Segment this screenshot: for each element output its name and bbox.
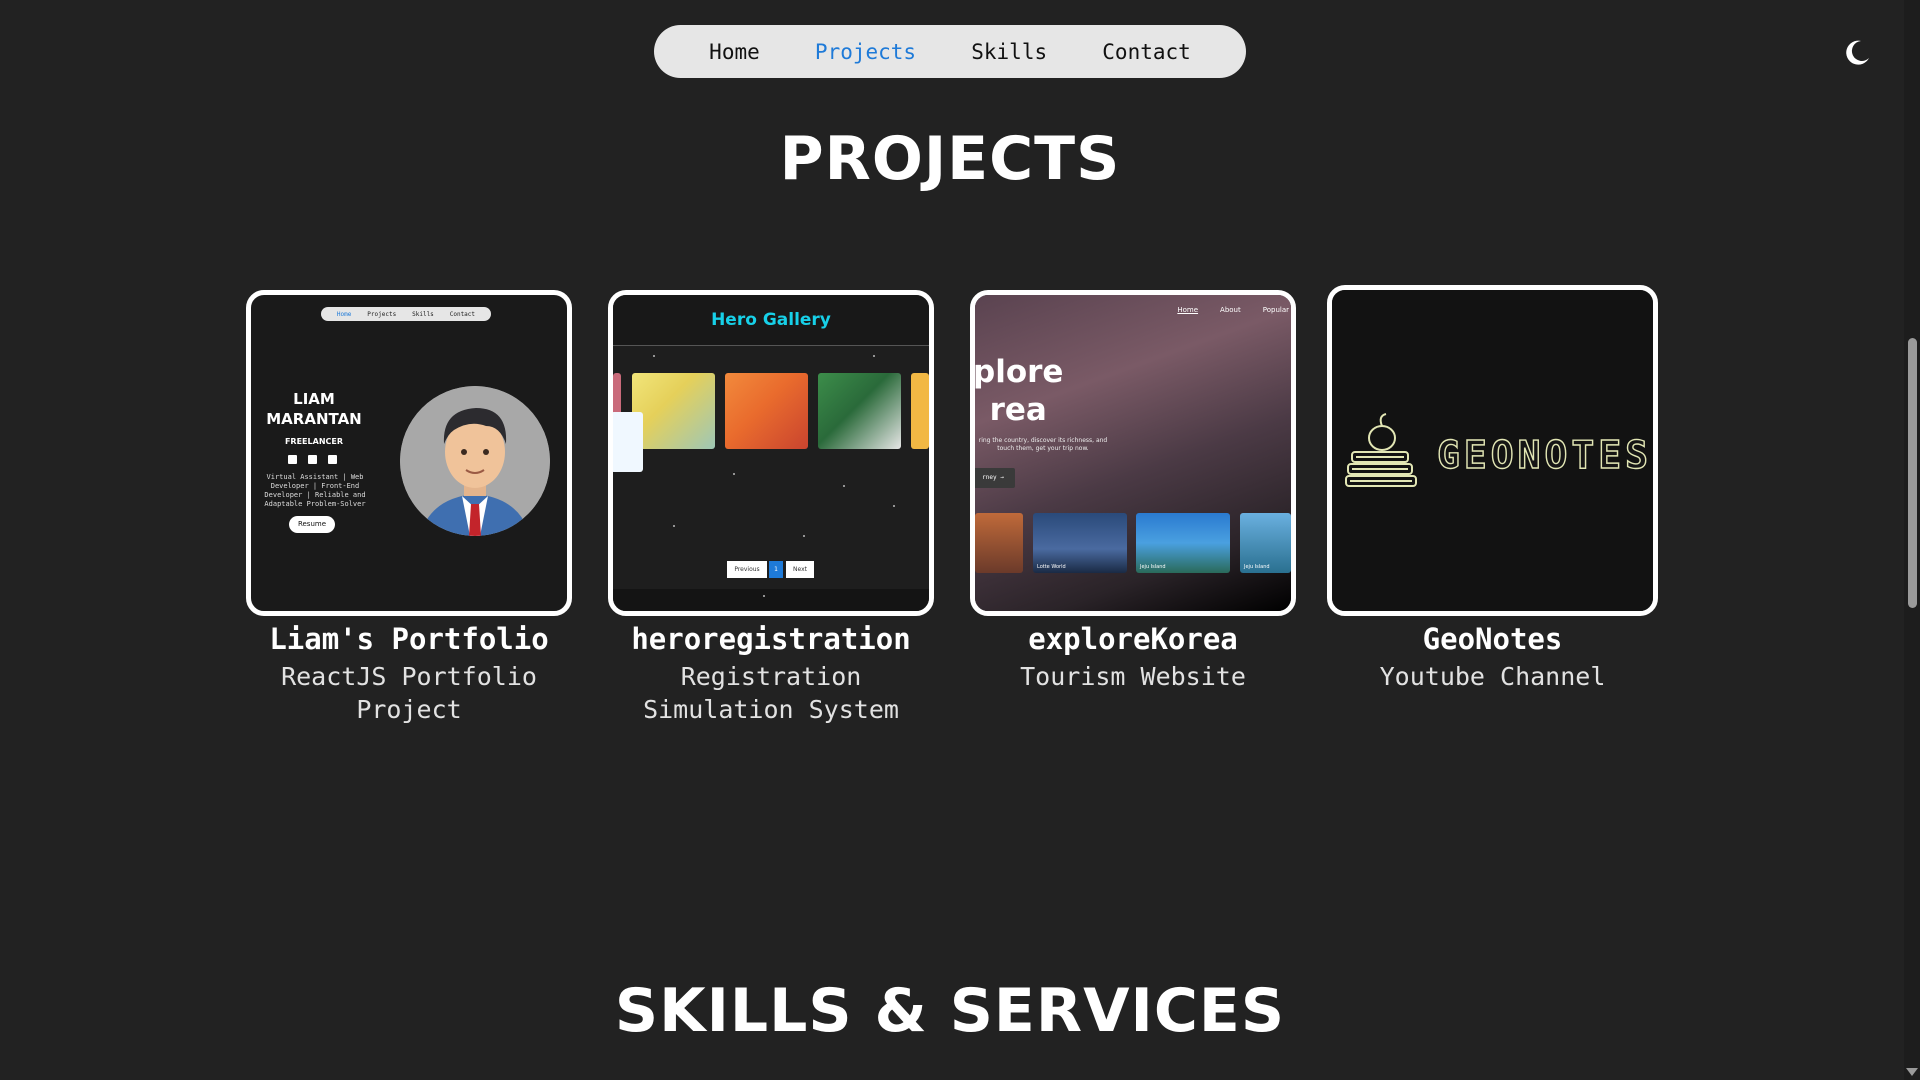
thumb-journey-button: rney → (975, 468, 1015, 488)
thumb-role: FREELANCER (284, 437, 344, 446)
thumb-tile: Lotte World (1033, 513, 1127, 573)
nav-skills[interactable]: Skills (971, 40, 1047, 64)
scroll-down-arrow-icon[interactable] (1906, 1068, 1918, 1076)
github-icon (328, 455, 337, 464)
moon-icon[interactable] (1842, 38, 1872, 68)
project-thumbnail[interactable]: Home About Popular plore rea ring the co… (970, 290, 1296, 616)
project-description: Tourism Website (1020, 662, 1246, 691)
thumb-image-tile (911, 373, 929, 449)
nav-projects[interactable]: Projects (815, 40, 916, 64)
project-card-explorekorea: Home About Popular plore rea ring the co… (970, 290, 1296, 693)
thumb-prev: Previous (727, 561, 767, 578)
projects-heading: PROJECTS (779, 124, 1121, 194)
project-description: Registration Simulation System (643, 662, 899, 724)
skills-heading: SKILLS & SERVICES (614, 976, 1286, 1046)
thumb-hero-text: plore rea (973, 354, 1064, 428)
project-thumbnail[interactable]: Home Projects Skills Contact LIAM MARANT… (246, 290, 572, 616)
thumb-resume-button: Resume (289, 516, 335, 533)
facebook-icon (308, 455, 317, 464)
thumb-name: LIAM MARANTAN (266, 390, 362, 428)
main-nav: Home Projects Skills Contact (654, 25, 1246, 78)
project-card-heroregistration: Hero Gallery Previous 1 Next heroregistr… (608, 290, 934, 726)
thumb-image-tile (818, 373, 901, 449)
thumb-subtext: ring the country, discover its richness,… (978, 437, 1108, 452)
linkedin-icon (288, 455, 297, 464)
project-title: exploreKorea (1028, 622, 1238, 656)
nav-contact[interactable]: Contact (1102, 40, 1191, 64)
thumb-image-tile (632, 373, 715, 449)
project-description: ReactJS Portfolio Project (281, 662, 537, 724)
project-title: Liam's Portfolio (269, 622, 549, 656)
thumb-footer (613, 589, 929, 611)
thumb-tile: Jeju Island (1136, 513, 1230, 573)
thumb-nav: Home Projects Skills Contact (321, 307, 491, 321)
page-scrollbar[interactable] (1904, 0, 1920, 1080)
thumb-social-icons (288, 455, 337, 464)
thumb-page: 1 (769, 561, 783, 578)
project-thumbnail[interactable]: Hero Gallery Previous 1 Next (608, 290, 934, 616)
project-card-portfolio: Home Projects Skills Contact LIAM MARANT… (246, 290, 572, 726)
project-title: heroregistration (631, 622, 911, 656)
thumb-bio: Virtual Assistant | Web Developer | Fron… (264, 473, 366, 508)
thumb-image-tile (725, 373, 808, 449)
thumb-tile: Jeju Island (1240, 513, 1291, 573)
avatar (400, 386, 550, 536)
thumb-tile (975, 513, 1023, 573)
thumb-next: Next (786, 561, 814, 578)
project-title: GeoNotes (1422, 622, 1563, 656)
thumb-header: Hero Gallery (613, 295, 929, 346)
project-description: Youtube Channel (1379, 662, 1606, 691)
geonotes-logo-text: GEONOTES (1436, 432, 1653, 477)
nav-home[interactable]: Home (709, 40, 760, 64)
book-apple-icon (1345, 413, 1417, 487)
thumb-nav: Home About Popular (1177, 306, 1289, 314)
scrollbar-thumb[interactable] (1908, 338, 1917, 608)
thumb-side-panel (613, 412, 643, 472)
project-card-geonotes: GEONOTES GeoNotes Youtube Channel (1327, 285, 1658, 693)
project-thumbnail[interactable]: GEONOTES (1327, 285, 1658, 616)
